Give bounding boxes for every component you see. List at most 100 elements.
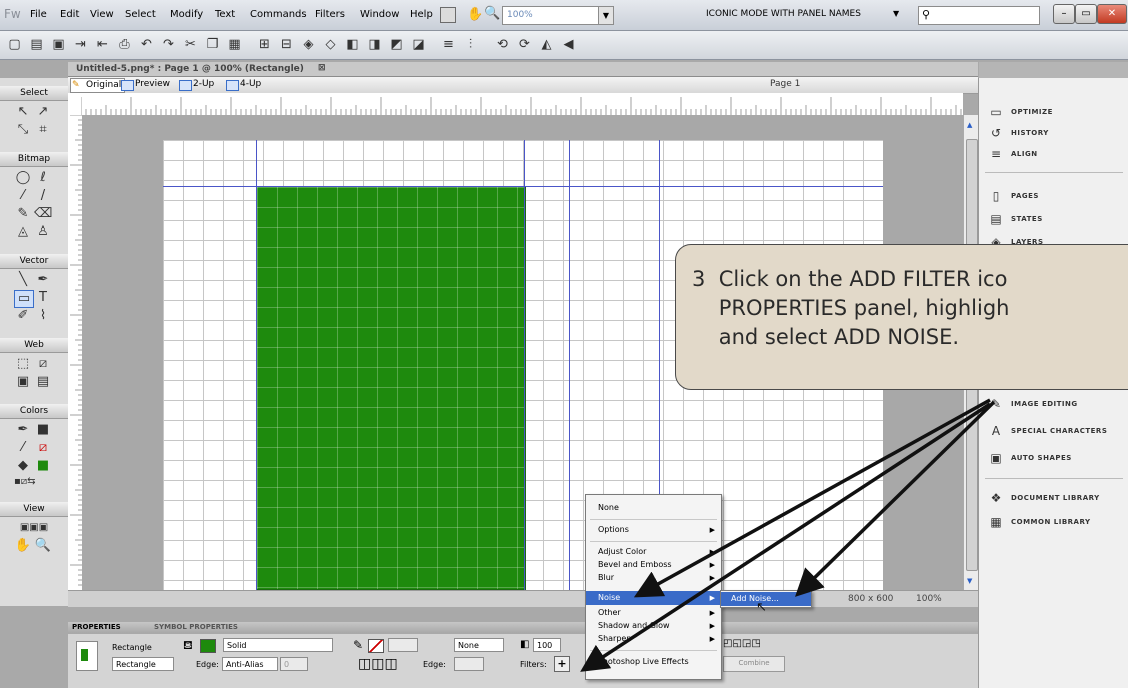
stroke-swatch-icon[interactable]: ■ <box>34 422 52 438</box>
tab-symbol-properties[interactable]: SYMBOL PROPERTIES <box>154 622 238 633</box>
panel-align[interactable]: ≡ ALIGN <box>979 144 1128 166</box>
lasso-tool-icon[interactable]: ℓ <box>34 170 52 186</box>
tab-2-up[interactable]: 2-Up <box>178 78 217 91</box>
fill-bucket-icon[interactable]: ⁄ <box>14 440 32 456</box>
crop-tool-icon[interactable]: ⌗ <box>34 122 52 138</box>
menu-modify[interactable]: Modify <box>170 9 203 20</box>
fill-type-select[interactable]: Solid <box>223 638 333 652</box>
scroll-up-icon[interactable]: ▲ <box>967 121 972 129</box>
pointer-tool-icon[interactable]: ↖ <box>14 104 32 120</box>
panel-optimize[interactable]: ▭ OPTIMIZE <box>979 102 1128 124</box>
tab-original[interactable]: ✎ Original <box>70 78 126 93</box>
stroke-position-icons[interactable]: ◫◫◫ <box>358 656 418 672</box>
swap-colors-icon[interactable]: ▪⧄⇆ <box>14 474 36 490</box>
menu-item-noise[interactable]: Noise ▶ <box>586 591 721 605</box>
redo-icon[interactable]: ↷ <box>160 36 177 53</box>
menu-edit[interactable]: Edit <box>60 9 79 20</box>
rotate-cw-icon[interactable]: ⟳ <box>516 36 533 53</box>
zoom-icon[interactable]: 🔍 <box>484 6 500 21</box>
hand-tool-icon[interactable]: ✋ <box>14 538 32 554</box>
align-icon[interactable]: ≡ <box>440 36 457 53</box>
tab-preview[interactable]: Preview <box>120 78 173 91</box>
menu-text[interactable]: Text <box>215 9 235 20</box>
menu-item-none[interactable]: None <box>586 501 721 515</box>
default-colors-icon[interactable]: ◆ <box>14 458 32 474</box>
marquee-tool-icon[interactable]: ◯ <box>14 170 32 186</box>
eraser-tool-icon[interactable]: ⌫ <box>34 206 52 222</box>
rectangle-tool-icon[interactable]: ▭ <box>14 290 34 308</box>
fill-color-swatch[interactable] <box>200 639 216 653</box>
open-icon[interactable]: ▤ <box>28 36 45 53</box>
workspace-dropdown-icon[interactable]: ▼ <box>893 9 899 18</box>
scroll-down-icon[interactable]: ▼ <box>967 577 972 585</box>
panel-document-library[interactable]: ❖ DOCUMENT LIBRARY <box>979 488 1128 510</box>
blur-tool-icon[interactable]: ◬ <box>14 224 32 240</box>
close-button[interactable]: ✕ <box>1097 4 1127 24</box>
menu-item-sharpen[interactable]: Sharpen ▶ <box>586 632 721 646</box>
tab-properties[interactable]: PROPERTIES <box>72 622 121 633</box>
tab-4-up[interactable]: 4-Up <box>225 78 264 91</box>
guide-vertical-left[interactable] <box>256 140 257 590</box>
menu-file[interactable]: File <box>30 9 47 20</box>
show-slices-icon[interactable]: ▤ <box>34 374 52 390</box>
stroke-color-swatch[interactable] <box>368 639 384 653</box>
guide-vertical-right[interactable] <box>524 140 525 590</box>
stroke-color-icon[interactable]: ✒ <box>14 422 32 438</box>
edge-amount-field[interactable]: 0 <box>280 657 308 671</box>
brush-tool-icon[interactable]: / <box>34 188 52 204</box>
stamp-tool-icon[interactable]: ♙ <box>34 224 52 240</box>
stroke-edge-field[interactable] <box>454 657 484 671</box>
hand-icon[interactable]: ✋ <box>467 7 483 22</box>
align-menu-icon[interactable]: ⫶ <box>462 36 479 53</box>
menu-window[interactable]: Window <box>360 9 399 20</box>
chevron-down-icon[interactable]: ▼ <box>598 7 613 24</box>
group-icon[interactable]: ⊞ <box>256 36 273 53</box>
close-tab-icon[interactable]: ⊠ <box>318 63 326 73</box>
magic-wand-icon[interactable]: ⁄ <box>14 188 32 204</box>
cut-icon[interactable]: ✂ <box>182 36 199 53</box>
hotspot-tool-icon[interactable]: ⬚ <box>14 356 32 372</box>
panel-common-library[interactable]: ▦ COMMON LIBRARY <box>979 512 1128 534</box>
send-backward-icon[interactable]: ◩ <box>388 36 405 53</box>
slice-tool-icon[interactable]: ⧄ <box>34 356 52 372</box>
freeform-tool-icon[interactable]: ✐ <box>14 308 32 324</box>
join-icon[interactable]: ◈ <box>300 36 317 53</box>
combine-button[interactable]: Combine <box>723 656 785 672</box>
rotate-icon[interactable]: ⟲ <box>494 36 511 53</box>
opacity-field[interactable]: 100 <box>533 638 561 652</box>
zoom-tool-icon[interactable]: 🔍 <box>34 538 52 554</box>
pencil-tool-icon[interactable]: ✎ <box>14 206 32 222</box>
panel-pages[interactable]: ▯ PAGES <box>979 186 1128 208</box>
status-zoom[interactable]: 100% <box>916 594 942 604</box>
panel-auto-shapes[interactable]: ▣ AUTO SHAPES <box>979 448 1128 470</box>
stroke-type-select[interactable]: None <box>454 638 504 652</box>
minimize-button[interactable]: – <box>1053 4 1075 24</box>
menu-item-options[interactable]: Options ▶ <box>586 523 721 537</box>
document-tab[interactable]: Untitled-5.png* : Page 1 @ 100% (Rectang… <box>68 62 978 77</box>
green-rectangle[interactable] <box>256 186 526 590</box>
ungroup-icon[interactable]: ⊟ <box>278 36 295 53</box>
pen-tool-icon[interactable]: ✒ <box>34 272 52 288</box>
search-input[interactable]: ⚲ <box>918 6 1040 25</box>
line-tool-icon[interactable]: ╲ <box>14 272 32 288</box>
text-tool-icon[interactable]: T <box>34 290 52 306</box>
fill-swatch-icon[interactable]: ⧄ <box>34 440 52 456</box>
panel-image-editing[interactable]: ✎ IMAGE EDITING <box>979 394 1128 416</box>
split-icon[interactable]: ◇ <box>322 36 339 53</box>
menu-item-photoshop-live-effects[interactable]: Photoshop Live Effects <box>586 655 721 669</box>
send-back-icon[interactable]: ◪ <box>410 36 427 53</box>
panel-states[interactable]: ▤ STATES <box>979 209 1128 231</box>
workspace-switcher[interactable]: ICONIC MODE WITH PANEL NAMES <box>706 9 861 19</box>
layout-icon[interactable] <box>440 7 456 23</box>
menu-item-adjust-color[interactable]: Adjust Color ▶ <box>586 545 721 559</box>
object-name-field[interactable]: Rectangle <box>112 657 174 671</box>
combine-path-icons[interactable]: ◰◱◲◳ <box>723 638 803 652</box>
bring-forward-icon[interactable]: ◨ <box>366 36 383 53</box>
knife-tool-icon[interactable]: ⌇ <box>34 308 52 324</box>
panel-special-characters[interactable]: A SPECIAL CHARACTERS <box>979 421 1128 443</box>
screen-mode-icons[interactable]: ▣▣▣ <box>6 520 62 536</box>
page-selector[interactable]: Page 1 <box>770 79 850 91</box>
menu-item-shadow-glow[interactable]: Shadow and Glow ▶ <box>586 619 721 633</box>
scale-tool-icon[interactable]: ⤡ <box>14 122 32 138</box>
menu-item-bevel-emboss[interactable]: Bevel and Emboss ▶ <box>586 558 721 572</box>
